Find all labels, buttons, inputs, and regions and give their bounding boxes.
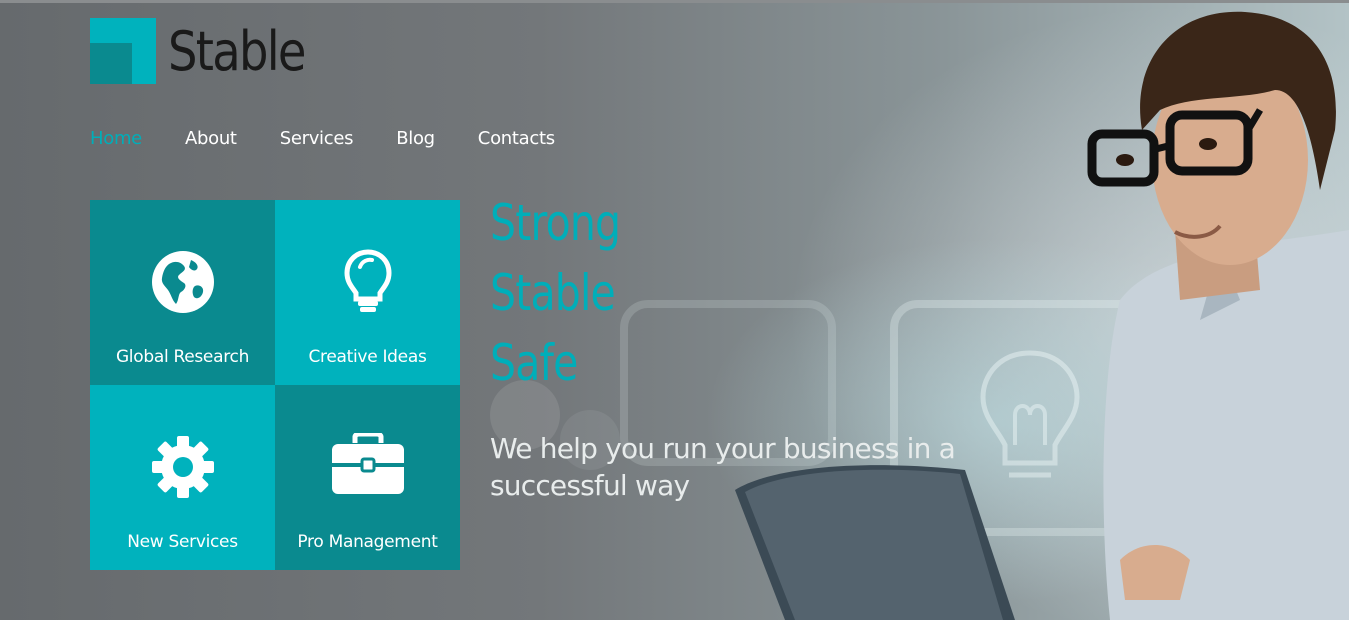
tile-pro-management[interactable]: Pro Management	[275, 385, 460, 570]
site-logo[interactable]: Stable	[90, 18, 320, 88]
lightbulb-icon	[343, 249, 392, 314]
headline-line-2: Stable	[490, 264, 616, 322]
tile-label: New Services	[127, 532, 238, 552]
logo-text: Stable	[168, 20, 307, 83]
nav-item-home[interactable]: Home	[90, 128, 142, 149]
tile-label: Pro Management	[297, 532, 438, 552]
tile-global-research[interactable]: Global Research	[90, 200, 275, 385]
headline-line-3: Safe	[490, 334, 578, 392]
nav-item-about[interactable]: About	[185, 128, 237, 149]
hero-tagline: We help you run your business in a succe…	[490, 432, 956, 502]
nav-item-contacts[interactable]: Contacts	[478, 128, 555, 149]
tile-creative-ideas[interactable]: Creative Ideas	[275, 200, 460, 385]
main-nav: Home About Services Blog Contacts	[90, 128, 598, 149]
hero-person-image	[1087, 11, 1349, 620]
tile-new-services[interactable]: New Services	[90, 385, 275, 570]
hero-headline: Strong Stable Safe	[490, 188, 649, 398]
globe-icon	[151, 250, 215, 314]
gear-icon	[151, 435, 215, 499]
headline-line-1: Strong	[490, 194, 621, 252]
tile-label: Global Research	[115, 347, 250, 367]
nav-item-blog[interactable]: Blog	[396, 128, 435, 149]
logo-mark-icon	[90, 18, 156, 84]
nav-item-services[interactable]: Services	[280, 128, 354, 149]
feature-tiles: Global Research Creative Ideas New Servi…	[90, 200, 460, 571]
tile-label: Creative Ideas	[308, 347, 427, 367]
briefcase-icon	[331, 433, 405, 497]
